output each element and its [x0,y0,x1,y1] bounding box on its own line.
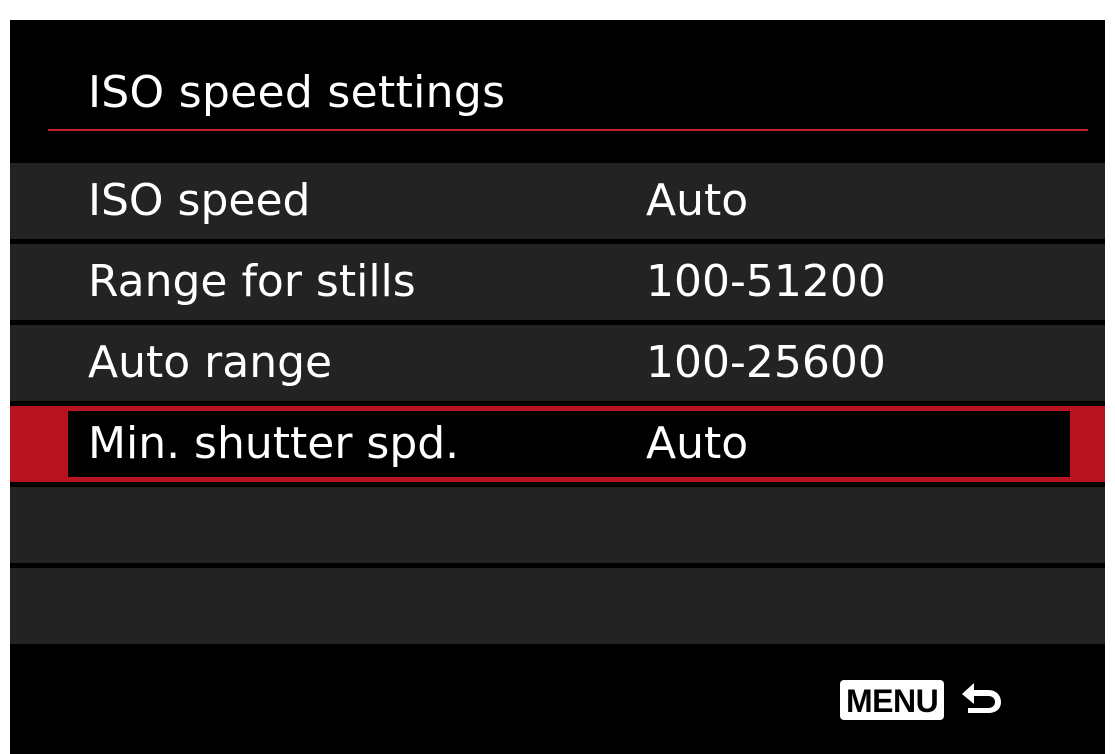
title-divider [48,129,1088,131]
menu-row-range-for-stills[interactable]: Range for stills 100-51200 [10,244,1105,320]
menu-button[interactable]: MENU [840,680,945,720]
page-title: ISO speed settings [88,67,506,118]
menu-row-empty [10,487,1105,563]
menu-row-label: Auto range [88,337,333,388]
menu-row-iso-speed[interactable]: ISO speed Auto [10,163,1105,239]
menu-row-min-shutter-spd[interactable]: Min. shutter spd. Auto [10,406,1105,482]
footer-hint[interactable]: MENU [840,677,1004,723]
menu-row-label: ISO speed [88,175,311,226]
return-arrow-icon [962,683,1002,713]
menu-row-value: 100-25600 [646,337,886,388]
menu-row-empty [10,568,1105,644]
camera-menu-screen: ISO speed settings ISO speed Auto Range … [10,20,1105,754]
menu-row-value: Auto [646,175,749,226]
menu-row-label: Range for stills [88,256,416,307]
menu-row-value: Auto [646,418,749,469]
title-bar: ISO speed settings [10,20,1105,150]
menu-row-label: Min. shutter spd. [88,418,460,469]
menu-row-auto-range[interactable]: Auto range 100-25600 [10,325,1105,401]
menu-row-value: 100-51200 [646,256,886,307]
